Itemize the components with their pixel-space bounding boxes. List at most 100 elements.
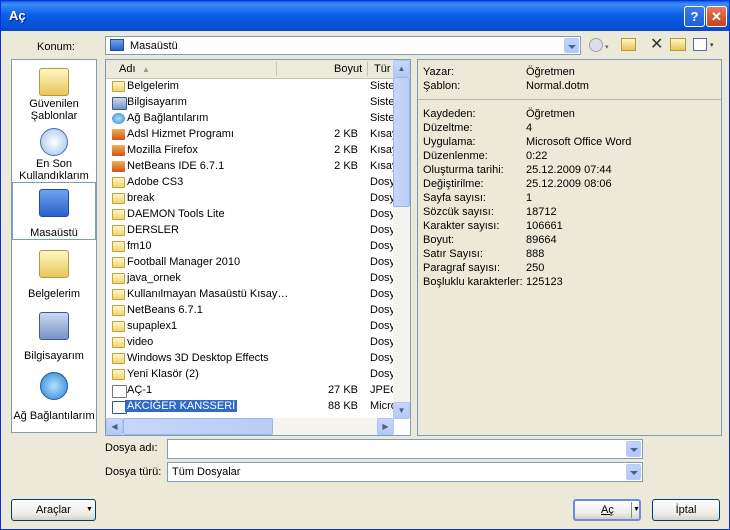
filetype-select[interactable]: Tüm Dosyalar <box>167 462 643 482</box>
file-row[interactable]: break Dosya <box>106 191 394 207</box>
scroll-right-button[interactable]: ▶ <box>377 418 394 435</box>
location-dropdown-button[interactable] <box>564 38 579 53</box>
shortcut-icon <box>112 145 125 156</box>
new-folder-icon[interactable] <box>670 38 686 51</box>
file-row[interactable]: Bilgisayarım Sistem <box>106 95 394 111</box>
cancel-button[interactable]: İptal <box>652 499 720 521</box>
place-recent[interactable]: En Son Kullandıklarım <box>12 122 96 182</box>
place-trusted-templates[interactable]: Güvenilen Şablonlar <box>12 62 96 122</box>
file-row[interactable]: NetBeans 6.7.1 Dosya <box>106 303 394 319</box>
property-key: Sayfa sayısı: <box>423 192 486 204</box>
open-dropdown-icon[interactable]: ▼ <box>633 506 640 513</box>
column-type[interactable]: Tür <box>374 63 391 75</box>
property-value: 25.12.2009 07:44 <box>526 164 612 176</box>
file-row[interactable]: fm10 Dosya <box>106 239 394 255</box>
file-row[interactable]: AKCİĞER KANSSERİ 88 KB Microsoft <box>106 399 394 415</box>
file-name: video <box>127 336 154 348</box>
file-type: Dosya <box>370 192 394 204</box>
folder-icon <box>112 241 125 252</box>
file-row[interactable]: video Dosya <box>106 335 394 351</box>
property-key: Yazar: <box>423 66 454 78</box>
folder-icon <box>112 273 125 284</box>
place-label: En Son Kullandıklarım <box>19 158 89 182</box>
shortcut-icon <box>112 129 125 140</box>
property-key: Değiştirilme: <box>423 178 484 190</box>
property-value: 18712 <box>526 206 557 218</box>
vertical-scroll-thumb[interactable] <box>393 77 410 207</box>
place-label: Masaüstü <box>30 227 78 239</box>
place-desktop[interactable]: Masaüstü <box>12 182 96 240</box>
file-row[interactable]: Belgelerim Sistem <box>106 79 394 95</box>
place-my-documents[interactable]: Belgelerim <box>12 244 96 302</box>
file-type: Sistem <box>370 80 394 92</box>
file-row[interactable]: NetBeans IDE 6.7.1 2 KB Kısayol <box>106 159 394 175</box>
file-type: Dosya <box>370 208 394 220</box>
scroll-left-button[interactable]: ◀ <box>106 418 123 435</box>
delete-icon[interactable]: ✕ <box>650 34 663 54</box>
file-name: Adsl Hizmet Programı <box>127 128 234 140</box>
properties-panel: Yazar: Öğretmen Şablon: Normal.dotm Kaydede… <box>417 59 722 436</box>
file-name: Mozilla Firefox <box>127 144 198 156</box>
column-size[interactable]: Boyut <box>334 63 362 75</box>
file-type: Microsoft <box>370 400 394 412</box>
file-size: 2 KB <box>334 144 358 156</box>
documents-icon <box>112 81 125 92</box>
open-button[interactable]: Aç ▼ <box>573 499 641 521</box>
file-name: DAEMON Tools Lite <box>127 208 225 220</box>
file-name: NetBeans IDE 6.7.1 <box>127 160 225 172</box>
scroll-down-button[interactable]: ▼ <box>393 402 410 419</box>
file-type: Dosya <box>370 304 394 316</box>
file-row[interactable]: DERSLER Dosya <box>106 223 394 239</box>
file-name: Belgelerim <box>127 80 179 92</box>
file-row[interactable]: supaplex1 Dosya <box>106 319 394 335</box>
filetype-dropdown-button[interactable] <box>626 464 641 480</box>
property-key: Boşluklu karakterler: <box>423 276 523 288</box>
file-type: Dosya <box>370 352 394 364</box>
file-row[interactable]: Kullanılmayan Masaüstü Kısay… Dosya <box>106 287 394 303</box>
file-row[interactable]: Adobe CS3 Dosya <box>106 175 394 191</box>
file-row[interactable]: DAEMON Tools Lite Dosya <box>106 207 394 223</box>
filename-input[interactable] <box>167 439 643 459</box>
folder-icon <box>112 177 125 188</box>
window-title: Aç <box>9 8 26 23</box>
horizontal-scrollbar[interactable]: ◀ ▶ <box>106 418 394 435</box>
file-row[interactable]: Yeni Klasör (2) Dosya <box>106 367 394 383</box>
file-row[interactable]: java_ornek Dosya <box>106 271 394 287</box>
place-network[interactable]: Ağ Bağlantılarım <box>12 366 96 424</box>
views-dropdown-icon[interactable]: ▾ <box>710 41 714 49</box>
column-name[interactable]: Adı <box>119 63 136 75</box>
views-icon[interactable] <box>693 38 707 51</box>
file-row[interactable]: Windows 3D Desktop Effects Dosya <box>106 351 394 367</box>
vertical-scrollbar[interactable]: ▲ ▼ <box>393 60 410 419</box>
folder-icon <box>112 353 125 364</box>
place-my-computer[interactable]: Bilgisayarım <box>12 306 96 364</box>
close-button[interactable]: ✕ <box>706 6 727 27</box>
file-type: Dosya <box>370 336 394 348</box>
file-name: Bilgisayarım <box>127 96 187 108</box>
property-key: Düzeltme: <box>423 122 473 134</box>
file-type: Sistem <box>370 96 394 108</box>
location-combo[interactable]: Masaüstü <box>105 36 581 55</box>
horizontal-scroll-thumb[interactable] <box>123 418 273 435</box>
property-key: Oluşturma tarihi: <box>423 164 504 176</box>
back-icon[interactable] <box>589 38 603 52</box>
back-dropdown-icon[interactable]: ▾ <box>605 43 609 51</box>
scroll-up-button[interactable]: ▲ <box>393 60 410 77</box>
file-name: NetBeans 6.7.1 <box>127 304 203 316</box>
file-row[interactable]: Ağ Bağlantılarım Sistem <box>106 111 394 127</box>
file-row[interactable]: AÇ-1 27 KB JPEG <box>106 383 394 399</box>
property-key: Sözcük sayısı: <box>423 206 494 218</box>
tools-button[interactable]: Araçlar ▼ <box>11 499 96 521</box>
folder-icon <box>112 321 125 332</box>
up-folder-icon[interactable] <box>621 38 636 51</box>
open-dialog: Aç ? ✕ Konum: Masaüstü ▾ ✕ ▾ Güvenilen Ş… <box>0 0 730 530</box>
file-row[interactable]: Mozilla Firefox 2 KB Kısayol <box>106 143 394 159</box>
filename-dropdown-button[interactable] <box>626 441 641 457</box>
file-row[interactable]: Adsl Hizmet Programı 2 KB Kısayol <box>106 127 394 143</box>
file-row[interactable]: Football Manager 2010 Dosya <box>106 255 394 271</box>
title-bar[interactable]: Aç ? ✕ <box>1 1 729 31</box>
folder-icon <box>112 209 125 220</box>
file-list[interactable]: Adı ▲ Boyut Tür BelgelerimSistemBilgisay… <box>105 59 411 436</box>
shortcut-icon <box>112 161 125 172</box>
help-button[interactable]: ? <box>684 6 705 27</box>
